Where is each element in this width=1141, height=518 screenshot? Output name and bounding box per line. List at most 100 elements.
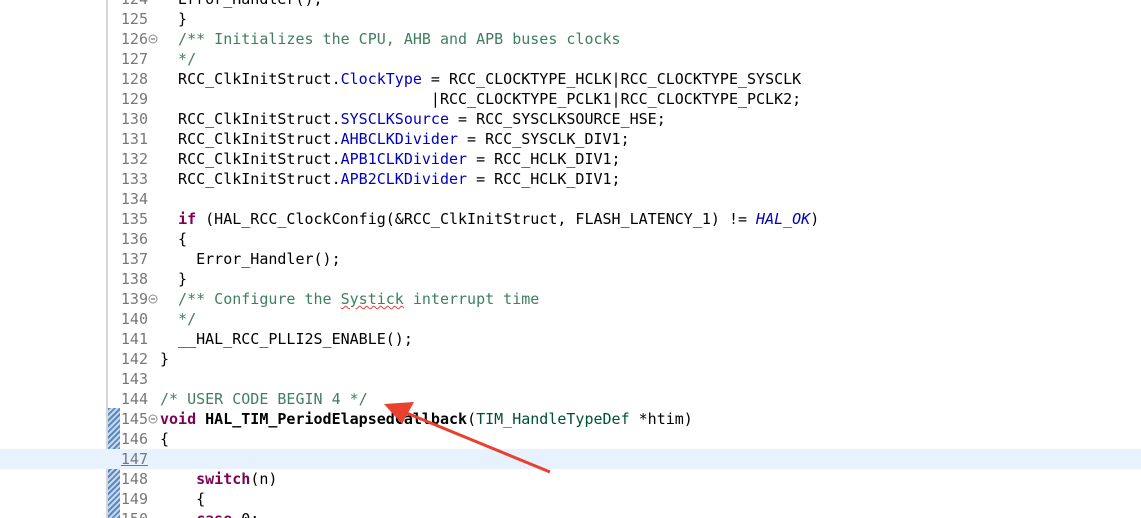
code-line[interactable]: 133 RCC_ClkInitStruct.APB2CLKDivider = R… [0, 169, 1141, 189]
code-line[interactable]: 126 /** Initializes the CPU, AHB and APB… [0, 29, 1141, 49]
code-line[interactable]: 145 void HAL_TIM_PeriodElapsedCallback(TI… [0, 409, 1141, 429]
code-text: RCC_ClkInitStruct.AHBCLKDivider = RCC_SY… [160, 129, 630, 149]
code-token: |RCC_CLOCKTYPE_PCLK1|RCC_CLOCKTYPE_PCLK2… [160, 90, 802, 108]
code-token: { [160, 490, 206, 508]
code-line[interactable]: 127 */ [0, 49, 1141, 69]
code-token: RCC_ClkInitStruct. [160, 150, 341, 168]
code-line[interactable]: 137 Error_Handler(); [0, 249, 1141, 269]
line-number: 143 [120, 370, 148, 388]
line-number: 125 [120, 10, 148, 28]
code-line[interactable]: 130 RCC_ClkInitStruct.SYSCLKSource = RCC… [0, 109, 1141, 129]
code-token: Error_Handler(); [160, 250, 341, 268]
code-line[interactable]: 148 switch(n) [0, 469, 1141, 489]
code-text: |RCC_CLOCKTYPE_PCLK1|RCC_CLOCKTYPE_PCLK2… [160, 89, 801, 109]
code-token: } [160, 350, 170, 368]
code-token: (HAL_RCC_ClockConfig(&RCC_ClkInitStruct,… [196, 210, 757, 228]
code-token: RCC_ClkInitStruct. [160, 110, 341, 128]
code-line[interactable]: 139 /** Configure the Systick interrupt … [0, 289, 1141, 309]
code-token: = RCC_HCLK_DIV1; [467, 150, 621, 168]
code-token: */ [160, 50, 197, 68]
code-line[interactable]: 134 [0, 189, 1141, 209]
code-token: 0: [232, 510, 259, 518]
code-text: } [160, 9, 187, 29]
line-number: 144 [120, 390, 148, 408]
line-number: 139 [120, 290, 148, 308]
line-number: 142 [120, 350, 148, 368]
code-line[interactable]: 144 /* USER CODE BEGIN 4 */ [0, 389, 1141, 409]
code-text: */ [160, 309, 196, 329]
code-text: */ [160, 49, 196, 69]
code-editor[interactable]: 124 Error_Handler();125 }126 /** Initial… [0, 0, 1141, 518]
code-text: void HAL_TIM_PeriodElapsedCallback(TIM_H… [160, 409, 693, 429]
line-number: 124 [108, 0, 148, 9]
code-line[interactable]: 142} [0, 349, 1141, 369]
code-line[interactable]: 149 { [0, 489, 1141, 509]
code-text: RCC_ClkInitStruct.APB2CLKDivider = RCC_H… [160, 169, 621, 189]
code-token: */ [160, 310, 197, 328]
code-line[interactable]: 136 { [0, 229, 1141, 249]
code-token: RCC_ClkInitStruct. [160, 130, 341, 148]
code-line[interactable]: 135 if (HAL_RCC_ClockConfig(&RCC_ClkInit… [0, 209, 1141, 229]
code-line[interactable]: 132 RCC_ClkInitStruct.APB1CLKDivider = R… [0, 149, 1141, 169]
code-text: Error_Handler(); [160, 0, 323, 9]
code-text: { [160, 229, 187, 249]
code-text: } [160, 349, 169, 369]
code-token: ClockType [340, 70, 422, 88]
line-number: 128 [120, 70, 148, 88]
collapse-minus-icon[interactable] [148, 294, 158, 304]
line-number: 136 [120, 230, 148, 248]
code-text: RCC_ClkInitStruct.APB1CLKDivider = RCC_H… [160, 149, 621, 169]
code-token: = RCC_HCLK_DIV1; [467, 170, 621, 188]
code-line[interactable]: 131 RCC_ClkInitStruct.AHBCLKDivider = RC… [0, 129, 1141, 149]
code-token: Error_Handler(); [160, 0, 323, 8]
code-line[interactable]: 138 } [0, 269, 1141, 289]
line-number: 149 [120, 490, 148, 508]
code-line[interactable]: 143 [0, 369, 1141, 389]
code-token: = RCC_SYSCLK_DIV1; [458, 130, 630, 148]
code-token: = RCC_CLOCKTYPE_HCLK|RCC_CLOCKTYPE_SYSCL… [421, 70, 802, 88]
code-token: APB1CLKDivider [340, 150, 468, 168]
collapse-minus-icon[interactable] [148, 414, 158, 424]
code-line[interactable]: 128 RCC_ClkInitStruct.ClockType = RCC_CL… [0, 69, 1141, 89]
line-number: 141 [120, 330, 148, 348]
code-line[interactable]: 129 |RCC_CLOCKTYPE_PCLK1|RCC_CLOCKTYPE_P… [0, 89, 1141, 109]
code-text: __HAL_RCC_PLLI2S_ENABLE(); [160, 329, 413, 349]
line-number: 140 [120, 310, 148, 328]
code-token: ) [810, 210, 820, 228]
code-text: case 0: [160, 509, 259, 518]
line-number: 137 [120, 250, 148, 268]
code-token: { [160, 430, 170, 448]
code-line[interactable]: 125 } [0, 9, 1141, 29]
code-text: switch(n) [160, 469, 277, 489]
code-line[interactable]: 140 */ [0, 309, 1141, 329]
line-number: 135 [120, 210, 148, 228]
collapse-minus-icon[interactable] [148, 34, 158, 44]
line-number: 146 [120, 430, 148, 448]
code-text: /** Configure the Systick interrupt time [160, 289, 539, 309]
code-token: SYSCLKSource [340, 110, 449, 128]
line-number: 127 [120, 50, 148, 68]
code-token: case [196, 510, 232, 518]
code-token: __HAL_RCC_PLLI2S_ENABLE(); [160, 330, 413, 348]
code-text: Error_Handler(); [160, 249, 341, 269]
code-line[interactable]: 124 Error_Handler(); [0, 0, 1141, 9]
code-token: HAL_OK [756, 210, 811, 228]
code-text: RCC_ClkInitStruct.ClockType = RCC_CLOCKT… [160, 69, 801, 89]
code-token: switch [196, 470, 251, 488]
code-line[interactable]: 146 { [0, 429, 1141, 449]
line-number: 133 [120, 170, 148, 188]
line-number: 131 [120, 130, 148, 148]
code-token: /* USER CODE BEGIN 4 */ [160, 390, 368, 408]
code-line[interactable]: 141 __HAL_RCC_PLLI2S_ENABLE(); [0, 329, 1141, 349]
code-line[interactable]: 150 case 0: [0, 509, 1141, 518]
code-text: } [160, 269, 187, 289]
line-number: 147 [120, 450, 148, 468]
line-number: 148 [120, 470, 148, 488]
line-number: 150 [108, 509, 148, 518]
code-line[interactable]: 147 [0, 449, 1141, 469]
code-token: APB2CLKDivider [340, 170, 468, 188]
code-token: HAL_TIM_PeriodElapsedCallback [205, 410, 468, 428]
